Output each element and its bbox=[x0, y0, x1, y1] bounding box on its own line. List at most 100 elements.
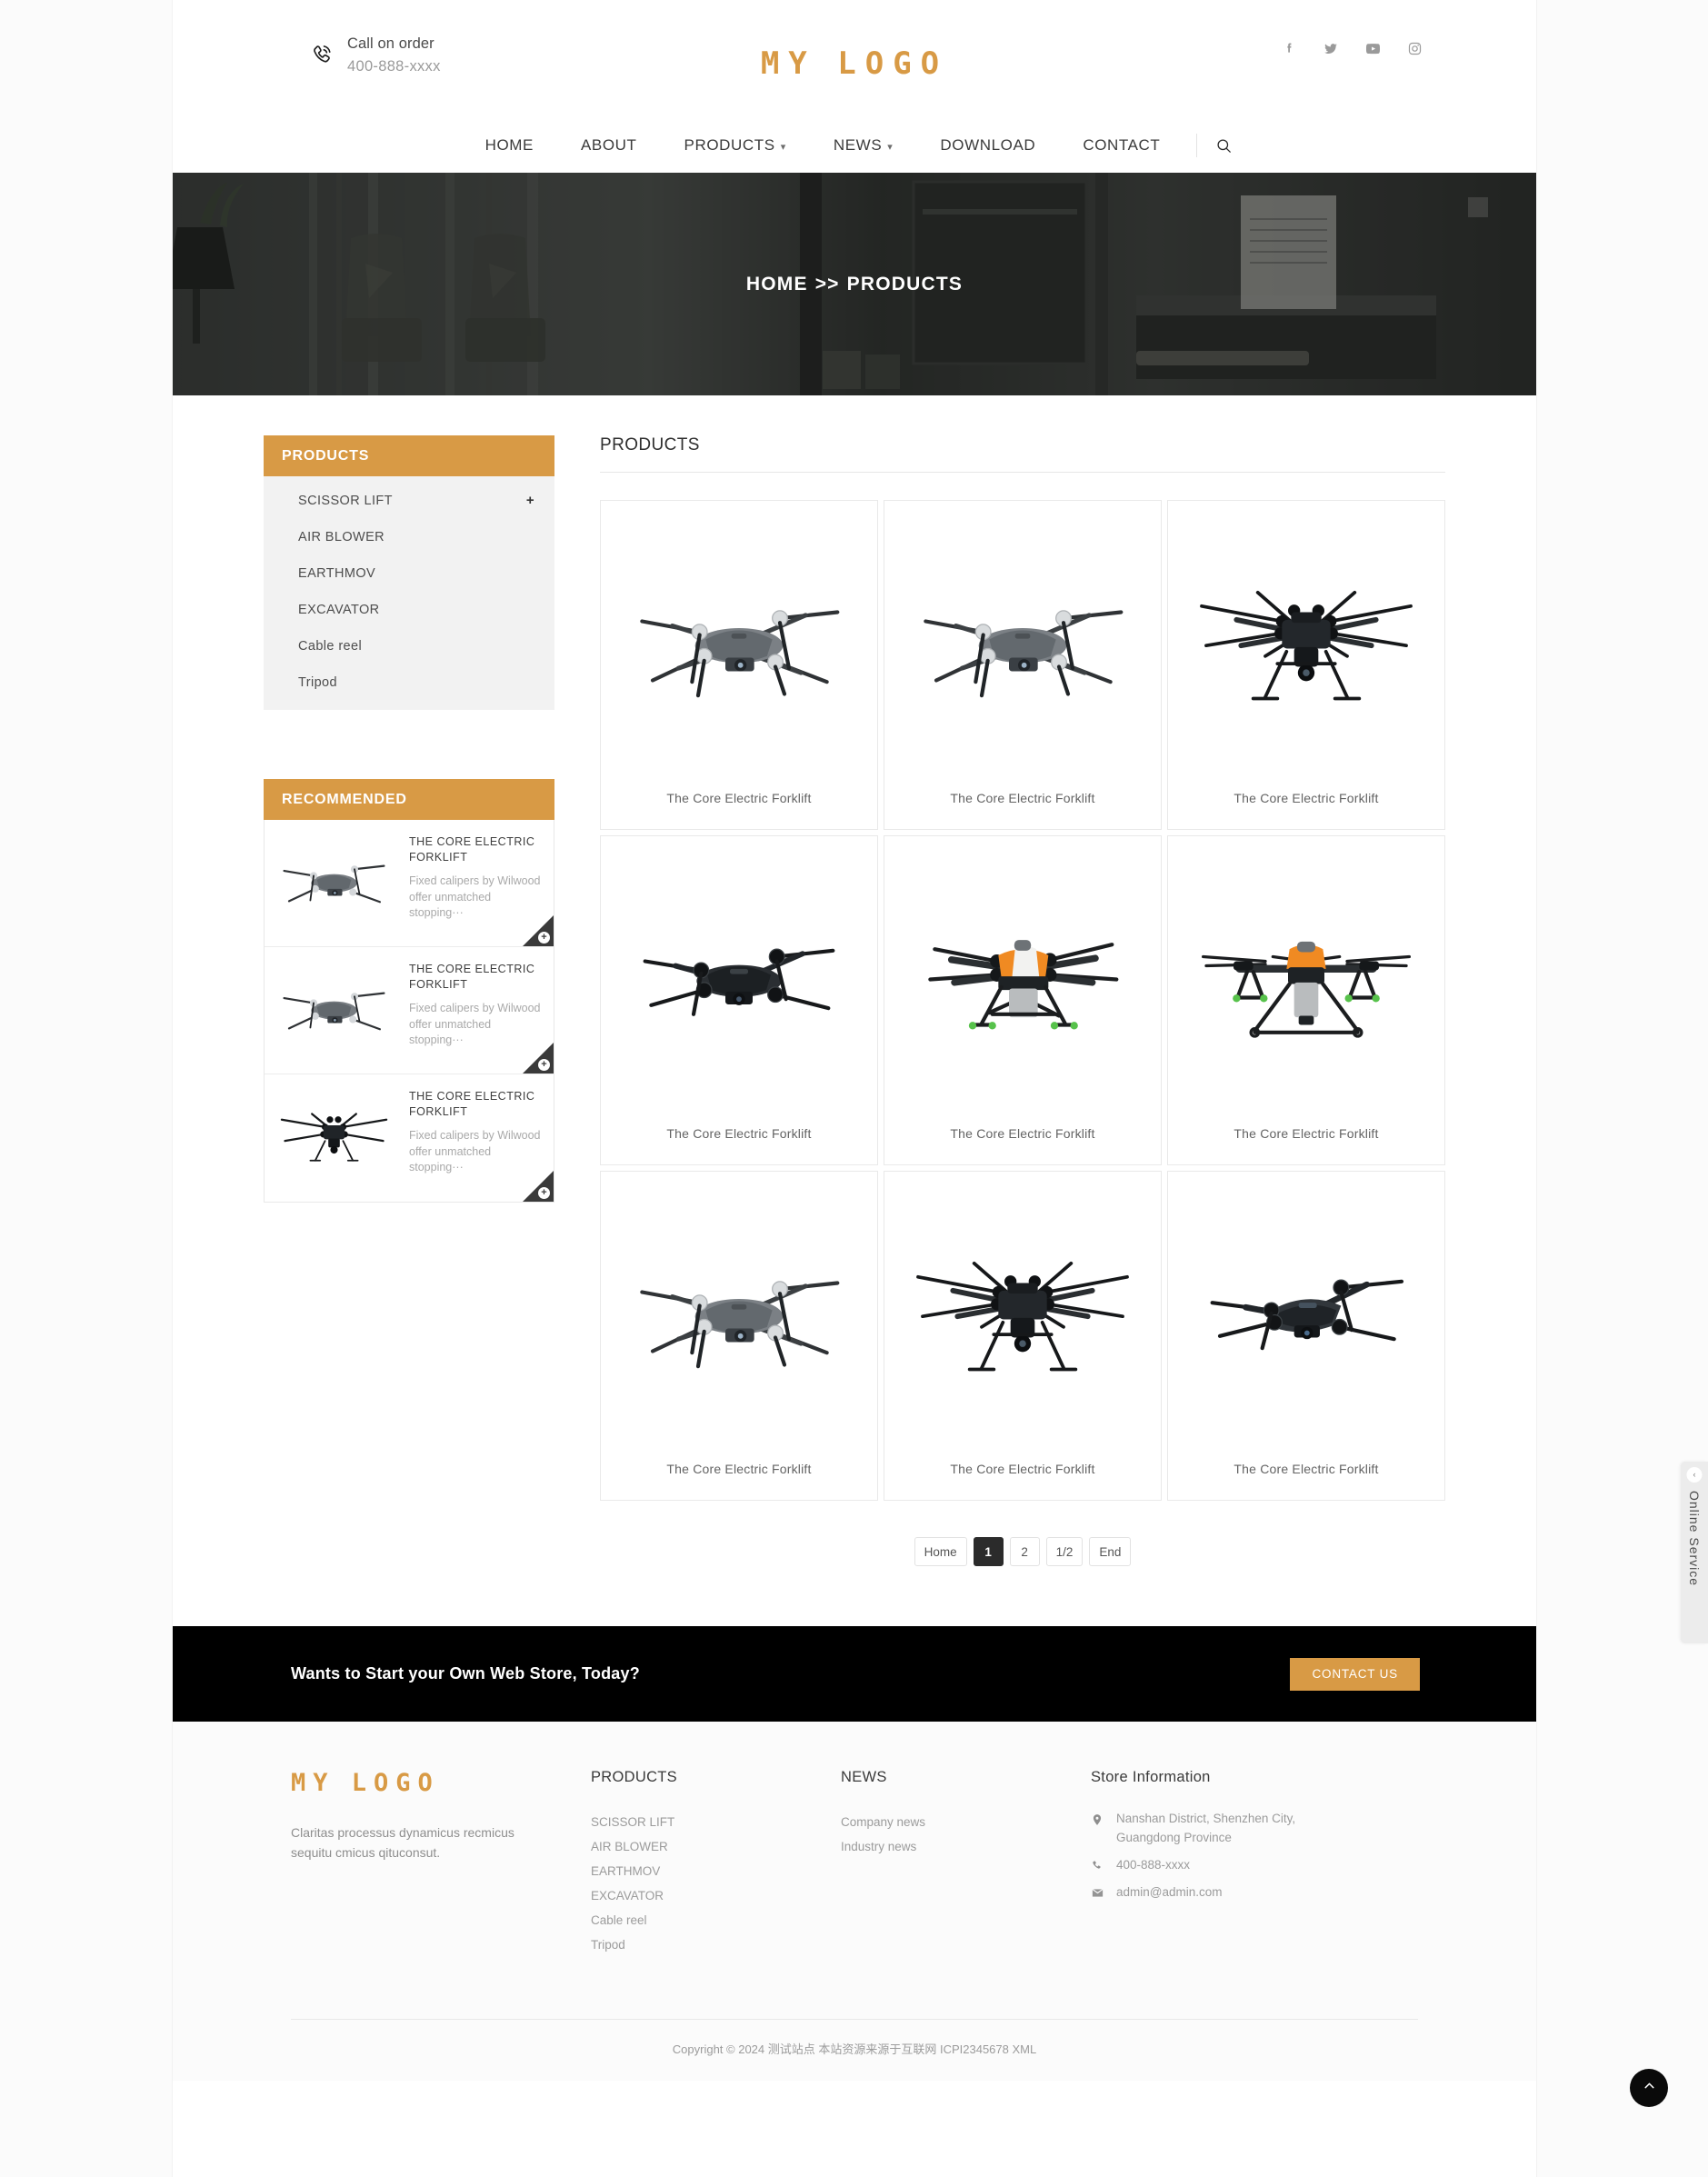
recommended-list: THE CORE ELECTRIC FORKLIFT Fixed caliper… bbox=[264, 820, 554, 1203]
footer-link-excavator[interactable]: EXCAVATOR bbox=[591, 1883, 841, 1908]
recommended-title: THE CORE ELECTRIC FORKLIFT bbox=[409, 1090, 535, 1118]
footer-link-earthmov[interactable]: EARTHMOV bbox=[591, 1859, 841, 1883]
cta-band: Wants to Start your Own Web Store, Today… bbox=[173, 1626, 1536, 1722]
twitter-icon[interactable] bbox=[1323, 41, 1339, 57]
product-card[interactable]: The Core Electric Forklift bbox=[884, 1171, 1162, 1501]
footer-news-heading: NEWS bbox=[841, 1769, 887, 1785]
plus-circle-icon[interactable]: + bbox=[538, 1059, 550, 1071]
sidebar-item-label: Cable reel bbox=[298, 639, 363, 654]
facebook-icon[interactable] bbox=[1282, 41, 1297, 56]
plus-circle-icon[interactable]: + bbox=[538, 932, 550, 944]
sidebar-item-tripod[interactable]: Tripod bbox=[264, 664, 554, 701]
footer-phone[interactable]: 400-888-xxxx bbox=[1116, 1856, 1190, 1875]
footer-logo[interactable]: MY LOGO bbox=[291, 1769, 591, 1797]
footer-address: Nanshan District, Shenzhen City, Guangdo… bbox=[1116, 1812, 1296, 1844]
youtube-icon[interactable] bbox=[1364, 40, 1382, 57]
sidebar-recommended-panel: RECOMMENDED THE CORE ELECTRIC FORKLIFT F… bbox=[264, 779, 554, 1203]
plus-circle-icon[interactable]: + bbox=[538, 1187, 550, 1199]
product-card[interactable]: The Core Electric Forklift bbox=[1167, 1171, 1445, 1501]
product-card[interactable]: The Core Electric Forklift bbox=[600, 1171, 878, 1501]
collapse-chevron-icon[interactable]: ‹ bbox=[1686, 1467, 1703, 1483]
footer-description: Claritas processus dynamicus recmicus se… bbox=[291, 1825, 514, 1861]
product-card[interactable]: The Core Electric Forklift bbox=[1167, 835, 1445, 1165]
product-caption: The Core Electric Forklift bbox=[1234, 791, 1379, 805]
product-card[interactable]: The Core Electric Forklift bbox=[600, 835, 878, 1165]
pagination-page-2[interactable]: 2 bbox=[1009, 1537, 1040, 1566]
product-caption: The Core Electric Forklift bbox=[950, 1462, 1095, 1476]
sidebar-category-list: SCISSOR LIFT + AIR BLOWER EARTHMOV EXCAV… bbox=[264, 476, 554, 710]
copyright-bar: Copyright © 2024 测试站点 本站资源来源于互联网 ICPI234… bbox=[173, 1999, 1536, 2081]
footer-products-heading: PRODUCTS bbox=[591, 1769, 677, 1785]
search-icon[interactable] bbox=[1201, 137, 1247, 155]
footer-products-column: PRODUCTS SCISSOR LIFT AIR BLOWER EARTHMO… bbox=[591, 1769, 841, 1957]
product-caption: The Core Electric Forklift bbox=[950, 1126, 1095, 1141]
product-image bbox=[884, 501, 1161, 791]
page-banner: HOME >> PRODUCTS bbox=[173, 173, 1536, 395]
recommended-item[interactable]: THE CORE ELECTRIC FORKLIFT Fixed caliper… bbox=[265, 1074, 554, 1202]
footer-link-air-blower[interactable]: AIR BLOWER bbox=[591, 1834, 841, 1859]
product-caption: The Core Electric Forklift bbox=[666, 1462, 812, 1476]
instagram-icon[interactable] bbox=[1407, 41, 1423, 56]
chevron-up-icon bbox=[1642, 2078, 1657, 2098]
breadcrumb-home[interactable]: HOME bbox=[746, 274, 808, 295]
pagination-page-1[interactable]: 1 bbox=[973, 1537, 1004, 1566]
sidebar-item-earthmov[interactable]: EARTHMOV bbox=[264, 555, 554, 592]
sidebar-item-label: EARTHMOV bbox=[298, 566, 376, 581]
sidebar-item-scissor-lift[interactable]: SCISSOR LIFT + bbox=[264, 482, 554, 519]
nav-item-home[interactable]: HOME bbox=[462, 118, 557, 173]
call-on-order-label: Call on order bbox=[347, 35, 434, 52]
online-service-label: Online Service bbox=[1687, 1491, 1702, 1587]
product-card[interactable]: The Core Electric Forklift bbox=[600, 500, 878, 830]
nav-divider bbox=[1196, 134, 1198, 157]
product-caption: The Core Electric Forklift bbox=[666, 1126, 812, 1141]
sidebar-item-cable-reel[interactable]: Cable reel bbox=[264, 628, 554, 664]
call-on-order-block: Call on order 400-888-xxxx bbox=[309, 33, 441, 78]
nav-item-contact[interactable]: CONTACT bbox=[1059, 118, 1184, 173]
recommended-title: THE CORE ELECTRIC FORKLIFT bbox=[409, 963, 535, 991]
back-to-top-button[interactable] bbox=[1630, 2069, 1668, 2107]
footer-email[interactable]: admin@admin.com bbox=[1116, 1883, 1223, 1902]
recommended-description: Fixed calipers by Wilwood offer unmatche… bbox=[409, 874, 541, 920]
sidebar-item-label: AIR BLOWER bbox=[298, 530, 385, 544]
product-caption: The Core Electric Forklift bbox=[666, 791, 812, 805]
breadcrumb: HOME >> PRODUCTS bbox=[173, 274, 1536, 295]
contact-us-button[interactable]: CONTACT US bbox=[1290, 1657, 1420, 1691]
nav-label: PRODUCTS bbox=[684, 136, 775, 154]
footer-link-cable-reel[interactable]: Cable reel bbox=[591, 1908, 841, 1932]
sidebar-item-air-blower[interactable]: AIR BLOWER bbox=[264, 519, 554, 555]
product-image bbox=[601, 1172, 877, 1462]
chevron-down-icon: ▾ bbox=[780, 141, 786, 153]
cta-headline: Wants to Start your Own Web Store, Today… bbox=[291, 1664, 640, 1683]
footer-brand-column: MY LOGO Claritas processus dynamicus rec… bbox=[291, 1769, 591, 1957]
nav-label: CONTACT bbox=[1083, 136, 1161, 154]
recommended-item[interactable]: THE CORE ELECTRIC FORKLIFT Fixed caliper… bbox=[265, 820, 554, 947]
pagination-end[interactable]: End bbox=[1089, 1537, 1132, 1566]
site-footer: MY LOGO Claritas processus dynamicus rec… bbox=[173, 1722, 1536, 2081]
corner-ribbon bbox=[523, 1043, 554, 1074]
footer-link-tripod[interactable]: Tripod bbox=[591, 1932, 841, 1957]
recommended-description: Fixed calipers by Wilwood offer unmatche… bbox=[409, 1128, 541, 1174]
recommended-thumbnail bbox=[268, 831, 400, 935]
product-card[interactable]: The Core Electric Forklift bbox=[1167, 500, 1445, 830]
nav-item-products[interactable]: PRODUCTS ▾ bbox=[661, 118, 810, 173]
footer-link-industry-news[interactable]: Industry news bbox=[841, 1834, 1091, 1859]
nav-item-download[interactable]: DOWNLOAD bbox=[916, 118, 1059, 173]
pagination-home[interactable]: Home bbox=[914, 1537, 967, 1566]
product-card[interactable]: The Core Electric Forklift bbox=[884, 500, 1162, 830]
nav-item-news[interactable]: NEWS ▾ bbox=[810, 118, 917, 173]
nav-label: DOWNLOAD bbox=[940, 136, 1036, 154]
product-card[interactable]: The Core Electric Forklift bbox=[884, 835, 1162, 1165]
footer-logo-part2: LOGO bbox=[351, 1769, 440, 1797]
footer-email-row: admin@admin.com bbox=[1091, 1883, 1418, 1902]
site-header: Call on order 400-888-xxxx MY LOGO bbox=[173, 0, 1536, 118]
recommended-item[interactable]: THE CORE ELECTRIC FORKLIFT Fixed caliper… bbox=[265, 947, 554, 1074]
nav-label: HOME bbox=[484, 136, 534, 154]
recommended-description: Fixed calipers by Wilwood offer unmatche… bbox=[409, 1001, 541, 1047]
online-service-widget[interactable]: ‹ Online Service bbox=[1681, 1462, 1708, 1643]
footer-link-scissor-lift[interactable]: SCISSOR LIFT bbox=[591, 1810, 841, 1834]
nav-item-about[interactable]: ABOUT bbox=[557, 118, 661, 173]
site-logo[interactable]: MY LOGO bbox=[761, 45, 948, 82]
sidebar-item-excavator[interactable]: EXCAVATOR bbox=[264, 592, 554, 628]
expand-plus-icon[interactable]: + bbox=[526, 493, 534, 508]
footer-link-company-news[interactable]: Company news bbox=[841, 1810, 1091, 1834]
